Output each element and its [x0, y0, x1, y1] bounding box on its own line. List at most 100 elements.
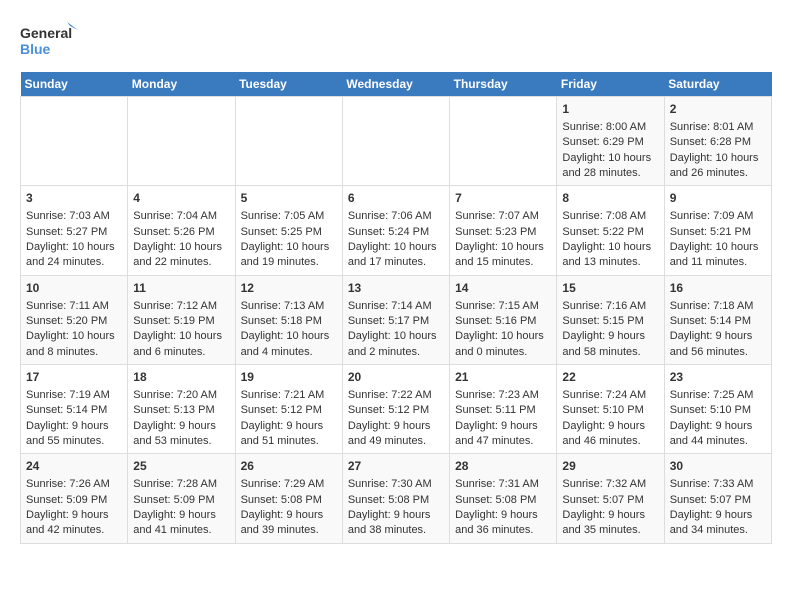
weekday-header: Sunday	[21, 72, 128, 97]
calendar-cell: 18Sunrise: 7:20 AMSunset: 5:13 PMDayligh…	[128, 365, 235, 454]
day-detail: Daylight: 9 hours and 42 minutes.	[26, 508, 122, 539]
day-detail: Sunrise: 7:29 AM	[241, 477, 337, 492]
calendar-cell	[450, 97, 557, 186]
calendar-cell: 22Sunrise: 7:24 AMSunset: 5:10 PMDayligh…	[557, 365, 664, 454]
day-detail: Sunset: 5:21 PM	[670, 225, 766, 240]
calendar-cell: 25Sunrise: 7:28 AMSunset: 5:09 PMDayligh…	[128, 454, 235, 543]
calendar-cell: 16Sunrise: 7:18 AMSunset: 5:14 PMDayligh…	[664, 275, 771, 364]
day-detail: Sunset: 5:08 PM	[455, 493, 551, 508]
day-detail: Sunrise: 7:31 AM	[455, 477, 551, 492]
day-detail: Sunset: 5:15 PM	[562, 314, 658, 329]
day-detail: Sunrise: 7:26 AM	[26, 477, 122, 492]
day-number: 8	[562, 190, 658, 207]
day-detail: Daylight: 10 hours and 2 minutes.	[348, 329, 444, 360]
day-detail: Daylight: 9 hours and 49 minutes.	[348, 419, 444, 450]
day-detail: Daylight: 10 hours and 15 minutes.	[455, 240, 551, 271]
day-detail: Sunset: 5:09 PM	[133, 493, 229, 508]
day-detail: Daylight: 10 hours and 17 minutes.	[348, 240, 444, 271]
calendar-cell	[21, 97, 128, 186]
weekday-header: Saturday	[664, 72, 771, 97]
day-detail: Sunrise: 7:30 AM	[348, 477, 444, 492]
day-detail: Daylight: 10 hours and 22 minutes.	[133, 240, 229, 271]
day-detail: Sunset: 5:10 PM	[562, 403, 658, 418]
day-number: 18	[133, 369, 229, 386]
calendar-cell: 27Sunrise: 7:30 AMSunset: 5:08 PMDayligh…	[342, 454, 449, 543]
calendar-cell: 17 Sunrise: 7:19 AMSunset: 5:14 PMDayligh…	[21, 365, 128, 454]
day-number: 28	[455, 458, 551, 475]
day-detail: Daylight: 9 hours and 51 minutes.	[241, 419, 337, 450]
calendar-cell: 30Sunrise: 7:33 AMSunset: 5:07 PMDayligh…	[664, 454, 771, 543]
day-detail: Sunrise: 7:18 AM	[670, 299, 766, 314]
day-detail: Daylight: 10 hours and 19 minutes.	[241, 240, 337, 271]
day-number: 2	[670, 101, 766, 118]
calendar-cell: 7Sunrise: 7:07 AMSunset: 5:23 PMDaylight…	[450, 186, 557, 275]
calendar-week-row: 1Sunrise: 8:00 AMSunset: 6:29 PMDaylight…	[21, 97, 772, 186]
day-number: 15	[562, 280, 658, 297]
day-number: 19	[241, 369, 337, 386]
day-detail: Sunset: 5:08 PM	[348, 493, 444, 508]
day-detail: Daylight: 9 hours and 55 minutes.	[26, 419, 122, 450]
day-number: 29	[562, 458, 658, 475]
day-detail: Sunset: 5:20 PM	[26, 314, 122, 329]
day-detail: Sunset: 5:13 PM	[133, 403, 229, 418]
weekday-header: Thursday	[450, 72, 557, 97]
day-number: 14	[455, 280, 551, 297]
calendar-cell: 23Sunrise: 7:25 AMSunset: 5:10 PMDayligh…	[664, 365, 771, 454]
day-detail: Sunrise: 7:04 AM	[133, 209, 229, 224]
day-detail: Sunset: 5:22 PM	[562, 225, 658, 240]
day-detail: Sunset: 5:14 PM	[26, 403, 122, 418]
weekday-header: Monday	[128, 72, 235, 97]
calendar-cell: 13Sunrise: 7:14 AMSunset: 5:17 PMDayligh…	[342, 275, 449, 364]
day-number: 6	[348, 190, 444, 207]
day-number: 27	[348, 458, 444, 475]
calendar-table: SundayMondayTuesdayWednesdayThursdayFrid…	[20, 72, 772, 544]
day-detail: Sunset: 6:28 PM	[670, 135, 766, 150]
day-number: 13	[348, 280, 444, 297]
day-number: 9	[670, 190, 766, 207]
calendar-cell: 28 Sunrise: 7:31 AMSunset: 5:08 PMDayligh…	[450, 454, 557, 543]
calendar-cell	[235, 97, 342, 186]
day-detail: Sunset: 5:26 PM	[133, 225, 229, 240]
day-detail: Sunset: 5:11 PM	[455, 403, 551, 418]
day-number: 11	[133, 280, 229, 297]
day-detail: Daylight: 10 hours and 13 minutes.	[562, 240, 658, 271]
day-detail: Sunset: 5:19 PM	[133, 314, 229, 329]
day-detail: Sunset: 5:24 PM	[348, 225, 444, 240]
svg-text:General: General	[20, 25, 72, 41]
day-detail: Daylight: 10 hours and 4 minutes.	[241, 329, 337, 360]
day-number: 16	[670, 280, 766, 297]
svg-text:Blue: Blue	[20, 41, 51, 57]
day-detail: Sunset: 5:07 PM	[670, 493, 766, 508]
day-number: 4	[133, 190, 229, 207]
day-detail: Sunset: 5:08 PM	[241, 493, 337, 508]
day-detail: Daylight: 9 hours and 36 minutes.	[455, 508, 551, 539]
day-detail: Daylight: 10 hours and 28 minutes.	[562, 151, 658, 182]
day-number: 21	[455, 369, 551, 386]
weekday-header: Tuesday	[235, 72, 342, 97]
day-detail: Sunrise: 7:16 AM	[562, 299, 658, 314]
day-detail: Daylight: 9 hours and 53 minutes.	[133, 419, 229, 450]
day-detail: Sunrise: 7:21 AM	[241, 388, 337, 403]
day-number: 17	[26, 369, 122, 386]
day-detail: Sunset: 5:14 PM	[670, 314, 766, 329]
day-detail: Sunrise: 7:19 AM	[26, 388, 122, 403]
calendar-cell: 14Sunrise: 7:15 AMSunset: 5:16 PMDayligh…	[450, 275, 557, 364]
day-detail: Daylight: 10 hours and 0 minutes.	[455, 329, 551, 360]
day-detail: Daylight: 10 hours and 11 minutes.	[670, 240, 766, 271]
day-number: 5	[241, 190, 337, 207]
day-detail: Daylight: 9 hours and 35 minutes.	[562, 508, 658, 539]
day-detail: Sunset: 5:09 PM	[26, 493, 122, 508]
calendar-cell: 12Sunrise: 7:13 AMSunset: 5:18 PMDayligh…	[235, 275, 342, 364]
day-detail: Daylight: 9 hours and 47 minutes.	[455, 419, 551, 450]
day-number: 1	[562, 101, 658, 118]
calendar-cell: 24Sunrise: 7:26 AMSunset: 5:09 PMDayligh…	[21, 454, 128, 543]
calendar-cell: 15Sunrise: 7:16 AMSunset: 5:15 PMDayligh…	[557, 275, 664, 364]
day-detail: Sunrise: 7:11 AM	[26, 299, 122, 314]
day-detail: Sunrise: 7:03 AM	[26, 209, 122, 224]
day-detail: Sunrise: 7:12 AM	[133, 299, 229, 314]
day-number: 23	[670, 369, 766, 386]
calendar-cell	[342, 97, 449, 186]
calendar-week-row: 17Sunrise: 7:19 AMSunset: 5:14 PMDayligh…	[21, 365, 772, 454]
day-detail: Sunset: 5:12 PM	[348, 403, 444, 418]
calendar-cell: 9Sunrise: 7:09 AMSunset: 5:21 PMDaylight…	[664, 186, 771, 275]
